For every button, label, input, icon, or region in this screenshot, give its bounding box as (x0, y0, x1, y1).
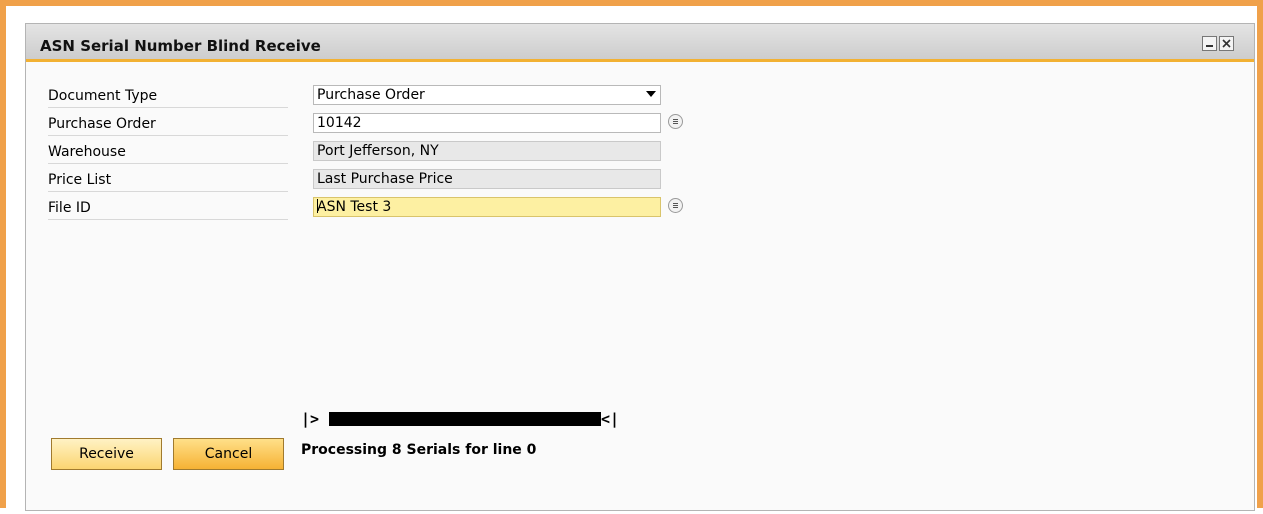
receive-button[interactable]: Receive (51, 438, 162, 470)
document-type-select[interactable]: Purchase Order (313, 85, 661, 105)
file-id-field[interactable]: ASN Test 3 (313, 197, 661, 217)
window-title: ASN Serial Number Blind Receive (40, 37, 321, 55)
file-id-value: ASN Test 3 (317, 199, 392, 215)
file-id-label: File ID (48, 197, 288, 220)
price-list-field: Last Purchase Price (313, 169, 661, 189)
dialog-window: ASN Serial Number Blind Receive Document… (25, 23, 1255, 511)
barcode-bar (329, 412, 601, 426)
cancel-button[interactable]: Cancel (173, 438, 284, 470)
title-bar: ASN Serial Number Blind Receive (26, 24, 1254, 62)
minimize-icon[interactable] (1202, 36, 1217, 51)
purchase-order-field[interactable]: 10142 (313, 113, 661, 133)
barcode-end: <| (601, 410, 620, 428)
choose-from-list-icon[interactable] (668, 114, 683, 129)
warehouse-label: Warehouse (48, 141, 288, 164)
price-list-label: Price List (48, 169, 288, 192)
document-type-value: Purchase Order (317, 87, 425, 103)
dropdown-arrow-icon[interactable] (646, 91, 656, 97)
warehouse-field: Port Jefferson, NY (313, 141, 661, 161)
barcode-display: |> <| (301, 410, 641, 428)
barcode-start: |> (301, 410, 320, 428)
status-message: Processing 8 Serials for line 0 (301, 442, 537, 458)
choose-from-list-icon[interactable] (668, 198, 683, 213)
outer-frame: ASN Serial Number Blind Receive Document… (0, 0, 1263, 511)
close-icon[interactable] (1219, 36, 1234, 51)
purchase-order-label: Purchase Order (48, 113, 288, 136)
document-type-label: Document Type (48, 85, 288, 108)
